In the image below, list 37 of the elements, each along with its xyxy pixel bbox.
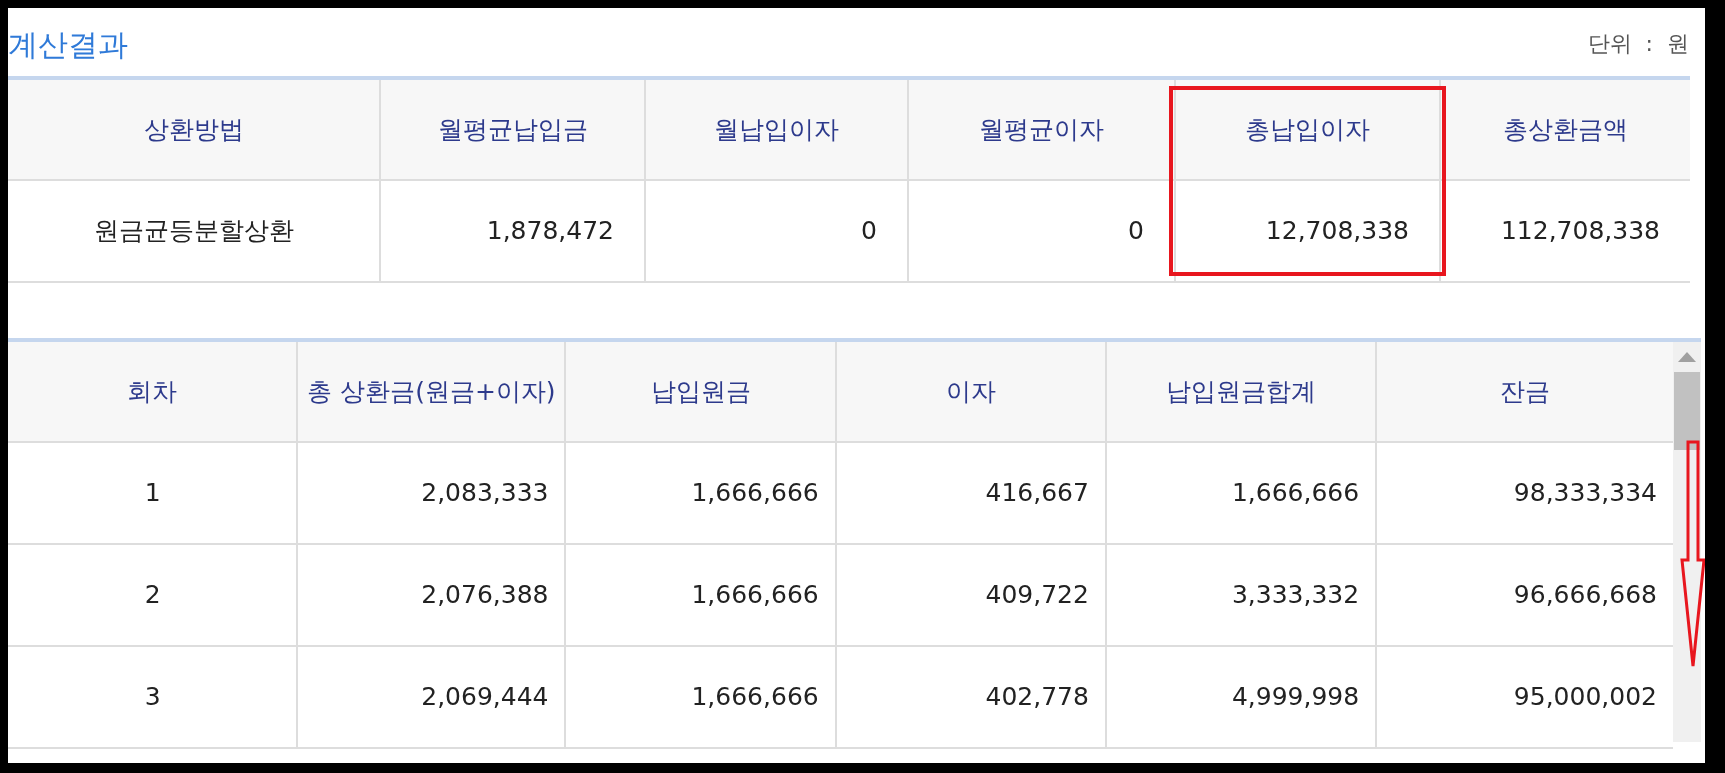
table-cell: 112,708,338 — [1440, 180, 1690, 282]
table-cell: 1,666,666 — [565, 544, 836, 646]
table-cell: 4,999,998 — [1105, 646, 1377, 748]
table-cell: 3,333,332 — [1105, 544, 1377, 646]
column-header: 상환방법 — [8, 78, 380, 180]
scroll-up-icon[interactable] — [1678, 352, 1696, 362]
table-cell: 1,878,472 — [380, 180, 645, 282]
table-cell: 1,666,666 — [565, 646, 836, 748]
unit-label: 단위 : 원 — [1587, 30, 1689, 58]
column-header: 월납입이자 — [645, 78, 908, 180]
table-cell: 1,666,666 — [1105, 442, 1377, 544]
table-cell: 2,083,333 — [297, 442, 566, 544]
table-cell: 1 — [8, 442, 298, 544]
table-cell: 416,667 — [835, 442, 1106, 544]
column-header: 잔금 — [1376, 342, 1673, 442]
column-header: 납입원금 — [565, 342, 836, 442]
column-header: 총상환금액 — [1440, 78, 1690, 180]
column-header: 월평균이자 — [908, 78, 1175, 180]
table-cell: 원금균등분할상환 — [8, 180, 380, 282]
table-cell: 3 — [8, 646, 298, 748]
table-cell: 0 — [645, 180, 908, 282]
column-header: 이자 — [835, 342, 1106, 442]
table-cell: 1,666,666 — [565, 442, 836, 544]
column-header: 총납입이자 — [1175, 78, 1440, 180]
result-title: 계산결과 — [8, 26, 128, 60]
table-cell: 12,708,338 — [1175, 180, 1440, 282]
column-header: 월평균납입금 — [380, 78, 645, 180]
table-cell: 0 — [908, 180, 1175, 282]
column-header: 총 상환금(원금+이자) — [297, 342, 566, 442]
column-header: 회차 — [8, 342, 298, 442]
table-cell: 409,722 — [835, 544, 1106, 646]
table-cell: 2,069,444 — [297, 646, 566, 748]
table-cell: 2 — [8, 544, 298, 646]
table-cell: 402,778 — [835, 646, 1106, 748]
scrollbar-thumb[interactable] — [1674, 372, 1700, 450]
table-cell: 2,076,388 — [297, 544, 566, 646]
column-header: 납입원금합계 — [1105, 342, 1377, 442]
